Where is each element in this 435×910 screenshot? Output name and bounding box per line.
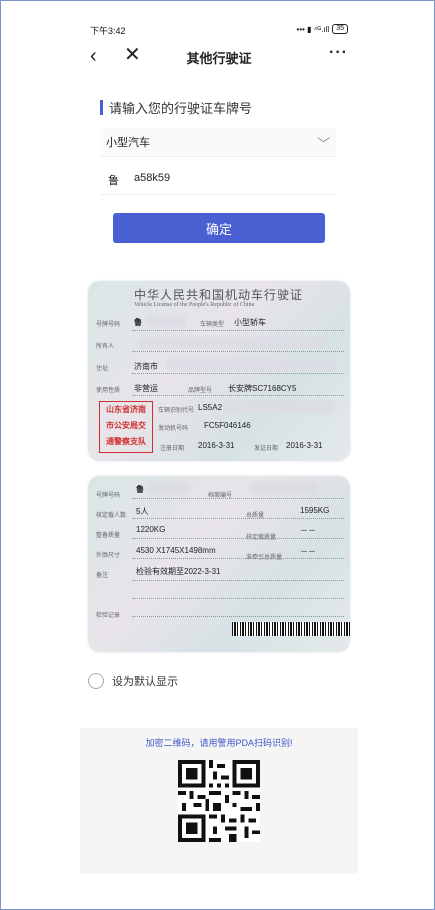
default-display-option[interactable]: 设为默认显示 <box>88 673 178 689</box>
license-back-card: 号牌号码 鲁 档案编号 核定载人数 5人 总质量 1595KG 整备质量 122… <box>88 476 350 652</box>
qr-code <box>178 760 260 842</box>
nav-bar: ‹ ✕ 其他行驶证 ··· <box>80 44 358 70</box>
section-label: 请输入您的行驶证车牌号 <box>100 98 252 117</box>
page-title: 其他行驶证 <box>186 51 252 66</box>
qr-hint: 加密二维码，请用警用PDA扫码识别! <box>145 738 293 748</box>
police-stamp: 山东省济南 市公安局交 通警察支队 <box>99 401 153 453</box>
plate-input-row[interactable]: 鲁 a58k59 <box>100 166 336 195</box>
phone-screen: 下午3:42 ••• ▮ ⁴ᴳ.ıll 35 ‹ ✕ 其他行驶证 ··· 请输入… <box>80 18 358 878</box>
battery-icon: 35 <box>332 24 348 34</box>
more-icon[interactable]: ··· <box>329 44 348 62</box>
vehicle-type-value: 小型汽车 <box>106 137 150 149</box>
license-front-card: 中华人民共和国机动车行驶证 Vehicle License of the Peo… <box>88 281 350 461</box>
license-subheading: Vehicle License of the People's Republic… <box>134 302 255 308</box>
plate-number-input[interactable]: a58k59 <box>134 172 170 184</box>
barcode <box>232 622 350 636</box>
plate-province[interactable]: 鲁 <box>108 172 119 188</box>
status-bar: 下午3:42 ••• ▮ ⁴ᴳ.ıll 35 <box>90 24 348 38</box>
confirm-button[interactable]: 确定 <box>113 213 325 243</box>
accent-bar <box>100 100 103 115</box>
chevron-down-icon: ⌵ <box>316 131 331 145</box>
signal-icon: ••• ▮ ⁴ᴳ.ıll <box>296 24 330 34</box>
status-time: 下午3:42 <box>90 26 126 36</box>
qr-section: 加密二维码，请用警用PDA扫码识别! <box>80 728 358 874</box>
default-radio[interactable] <box>88 673 104 689</box>
license-heading: 中华人民共和国机动车行驶证 <box>134 288 304 302</box>
vehicle-type-select[interactable]: 小型汽车 ⌵ <box>100 128 336 157</box>
